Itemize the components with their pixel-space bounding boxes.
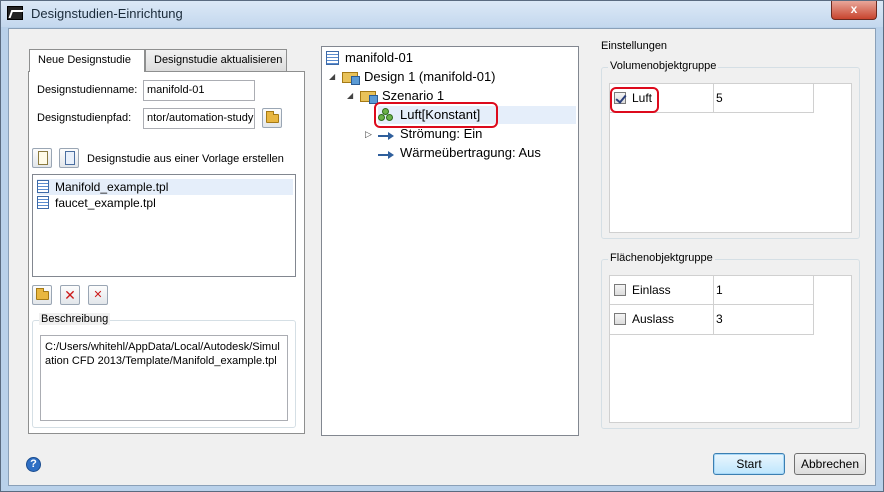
app-icon — [7, 6, 23, 20]
design-folder-icon — [342, 72, 360, 85]
template-list[interactable]: Manifold_example.tpl faucet_example.tpl — [32, 174, 296, 277]
surface-name: Auslass — [632, 312, 675, 326]
add-template-button[interactable] — [32, 285, 52, 305]
tree-node-root[interactable]: manifold-01 — [326, 49, 413, 67]
study-name-label: Designstudienname: — [37, 84, 138, 96]
edit-template-button[interactable] — [59, 148, 79, 168]
surface-grid: Einlass 1 Auslass 3 — [609, 275, 852, 423]
title-bar[interactable]: Designstudien-Einrichtung x — [1, 1, 883, 27]
table-row[interactable]: Einlass — [610, 276, 714, 305]
template-file-icon — [37, 196, 49, 209]
start-button[interactable]: Start — [713, 453, 785, 475]
tree-node-heat[interactable]: Wärmeübertragung: Aus — [378, 144, 541, 162]
cancel-button[interactable]: Abbrechen — [794, 453, 866, 475]
new-study-panel: Designstudienname: manifold-01 Designstu… — [28, 71, 305, 434]
settings-title: Einstellungen — [601, 40, 668, 52]
surface-value[interactable]: 3 — [714, 305, 814, 335]
scenario-folder-icon — [360, 91, 378, 104]
description-text[interactable]: C:/Users/whitehl/AppData/Local/Autodesk/… — [40, 335, 288, 421]
delete-icon: ✕ — [64, 287, 76, 303]
tree-node-label: Design 1 (manifold-01) — [364, 69, 496, 84]
delete-template-button[interactable]: ✕ — [60, 285, 80, 305]
tree-node-label: manifold-01 — [345, 50, 413, 65]
list-item[interactable]: faucet_example.tpl — [37, 195, 293, 211]
help-icon[interactable]: ? — [26, 457, 41, 472]
tree-node-design[interactable]: Design 1 (manifold-01) — [342, 68, 496, 86]
close-button[interactable]: x — [831, 1, 877, 20]
description-group: Beschreibung C:/Users/whitehl/AppData/Lo… — [32, 313, 296, 428]
dialog-client-area: Neue Designstudie Designstudie aktualisi… — [8, 28, 876, 486]
template-create-label: Designstudie aus einer Vorlage erstellen — [87, 153, 284, 165]
study-tree[interactable]: manifold-01 ◢ Design 1 (manifold-01) ◢ S… — [321, 46, 579, 436]
study-path-label: Designstudienpfad: — [37, 112, 132, 124]
template-item-label: Manifold_example.tpl — [55, 180, 169, 194]
template-item-label: faucet_example.tpl — [55, 196, 156, 210]
tab-update-study[interactable]: Designstudie aktualisieren — [145, 49, 287, 71]
study-file-icon — [326, 51, 339, 65]
template-file-icon — [37, 180, 49, 193]
study-path-input[interactable]: ntor/automation-study — [143, 108, 255, 129]
volume-value[interactable]: 5 — [714, 84, 814, 113]
surface-group: Flächenobjektgruppe Einlass 1 Auslass 3 — [601, 252, 860, 429]
tree-node-label: Strömung: Ein — [400, 126, 483, 141]
table-row[interactable]: Auslass — [610, 305, 714, 335]
browse-path-button[interactable] — [262, 108, 282, 128]
surface-name: Einlass — [632, 283, 671, 297]
new-template-button[interactable] — [32, 148, 52, 168]
dialog-window: Designstudien-Einrichtung x Neue Designs… — [0, 0, 884, 492]
open-folder-icon — [266, 111, 279, 123]
list-item[interactable]: Manifold_example.tpl — [37, 179, 293, 195]
luft-highlight — [610, 87, 659, 113]
study-name-input[interactable]: manifold-01 — [143, 80, 255, 101]
expand-caret-icon[interactable]: ◢ — [347, 87, 353, 105]
boundary-arrow-icon — [378, 150, 394, 160]
tree-node-flow[interactable]: Strömung: Ein — [378, 125, 482, 143]
open-folder-icon — [36, 288, 49, 300]
tab-new-study[interactable]: Neue Designstudie — [29, 49, 145, 72]
expand-caret-icon[interactable]: ◢ — [329, 68, 335, 86]
delete-all-icon: ✕ — [93, 289, 103, 301]
volume-group-title: Volumenobjektgruppe — [608, 60, 719, 72]
tree-node-label: Wärmeübertragung: Aus — [400, 145, 541, 160]
surface-value[interactable]: 1 — [714, 276, 814, 305]
new-page-icon — [38, 151, 48, 165]
boundary-arrow-icon — [378, 131, 394, 141]
surface-group-title: Flächenobjektgruppe — [608, 252, 715, 264]
einlass-checkbox[interactable] — [614, 284, 626, 296]
collapsed-caret-icon[interactable]: ▷ — [365, 125, 372, 143]
delete-all-templates-button[interactable]: ✕ — [88, 285, 108, 305]
tree-node-label: Szenario 1 — [382, 88, 445, 103]
description-title: Beschreibung — [39, 313, 111, 325]
auslass-checkbox[interactable] — [614, 313, 626, 325]
template-page-icon — [65, 151, 75, 165]
window-title: Designstudien-Einrichtung — [31, 6, 183, 21]
